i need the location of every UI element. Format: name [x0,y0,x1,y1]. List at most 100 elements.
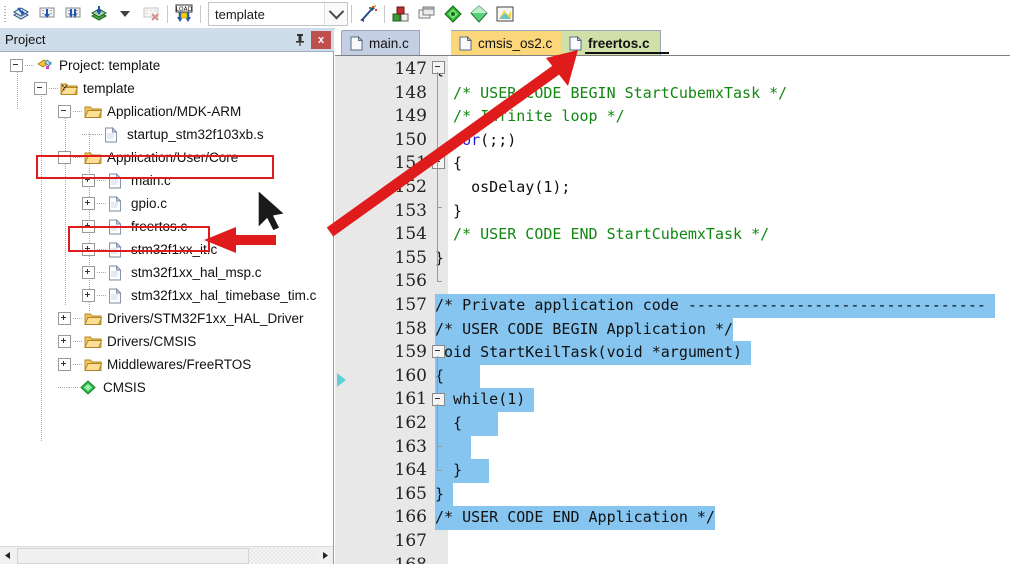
editor-pane: main.c cmsis_os2.c freertos.c 147 148 /*… [335,28,1010,564]
project-target-select[interactable]: template [208,2,348,26]
tree-item-freertos-c[interactable]: freertos.c [0,215,187,238]
manage-components-icon[interactable] [388,2,414,26]
tab-cmsis-os2-c[interactable]: cmsis_os2.c [451,30,564,55]
line-number: 161 [394,389,427,410]
project-tree[interactable]: Project: template template Application/MDK… [0,52,333,542]
fold-marker[interactable] [432,156,445,169]
build-icon[interactable] [34,2,60,26]
collapse-icon[interactable] [58,151,71,164]
fold-marker[interactable] [432,393,445,406]
tab-label: main.c [369,35,409,51]
tree-item-label: CMSIS [103,380,146,395]
tree-item-cmsis[interactable]: CMSIS [0,376,146,399]
expand-icon[interactable] [82,197,95,210]
code-text: { [435,412,462,436]
main-toolbar: LOAD template [0,0,1010,29]
configure-target-icon[interactable] [355,2,381,26]
close-icon[interactable]: x [311,30,331,49]
line-number: 157 [394,295,427,315]
code-text: for(;;) [435,129,516,153]
scroll-right-icon[interactable] [316,547,333,564]
code-line[interactable]: 165} [335,482,1010,507]
tree-item-main-c[interactable]: main.c [0,169,171,192]
tree-item-stm32f1xx-hal-timebase-tim-c[interactable]: stm32f1xx_hal_timebase_tim.c [0,284,316,307]
tree-item-project-template[interactable]: Project: template [0,54,160,77]
stop-build-icon[interactable] [138,2,164,26]
tree-item-gpio-c[interactable]: gpio.c [0,192,167,215]
rebuild-icon[interactable] [60,2,86,26]
tree-item-template[interactable]: template [0,77,135,100]
toolbar-separator-3 [351,5,352,23]
pack-installer-icon[interactable] [440,2,466,26]
toolbar-separator-1 [167,5,168,23]
windows-icon[interactable] [414,2,440,26]
project-hscrollbar[interactable] [0,546,333,564]
expand-icon[interactable] [82,289,95,302]
code-line[interactable]: 167 [335,530,1010,554]
code-line[interactable]: 168 [335,554,1010,564]
tree-item-application-user-core[interactable]: Application/User/Core [0,146,238,169]
tree-guide-dots [25,65,35,66]
collapse-icon[interactable] [10,59,23,72]
tree-item-drivers-stm32f1xx-hal-driver[interactable]: Drivers/STM32F1xx_HAL_Driver [0,307,304,330]
tab-label: freertos.c [588,35,650,51]
hscroll-track[interactable] [249,547,316,564]
pin-icon[interactable] [291,31,309,49]
tab-main-c[interactable]: main.c [341,30,420,55]
tree-item-application-mdk-arm[interactable]: Application/MDK-ARM [0,100,241,123]
tree-item-stm32f1xx-it-c[interactable]: stm32f1xx_it.c [0,238,217,261]
tree-item-label: template [83,81,135,96]
batch-build-icon[interactable] [8,2,34,26]
scroll-left-icon[interactable] [0,547,17,564]
line-number: 150 [394,129,427,150]
code-token: } [435,201,463,220]
code-token: /* USER CODE END StartCubemxTask */ [435,225,770,244]
expand-icon[interactable] [82,243,95,256]
line-number: 153 [394,200,427,221]
hscroll-thumb[interactable] [17,547,249,564]
fold-marker[interactable] [432,61,445,74]
expand-icon[interactable] [58,335,71,348]
expand-icon[interactable] [58,312,71,325]
tab-label: cmsis_os2.c [478,35,553,51]
folder-icon [84,334,103,350]
load-icon[interactable]: LOAD [171,2,197,26]
code-token: } [435,484,445,503]
expand-icon[interactable] [58,358,71,371]
line-number: 163 [394,436,427,457]
tree-item-startup-stm32f103xb-s[interactable]: startup_stm32f103xb.s [0,123,264,146]
fold-marker[interactable] [432,345,445,358]
cmsis-diamond-icon[interactable] [466,2,492,26]
tree-item-stm32f1xx-hal-msp-c[interactable]: stm32f1xx_hal_msp.c [0,261,262,284]
code-line[interactable]: 157 /* Private application code ---------… [335,294,1010,318]
expand-icon[interactable] [82,174,95,187]
events-viewer-icon[interactable] [492,2,518,26]
collapse-icon[interactable] [58,105,71,118]
tree-item-middlewares-freertos[interactable]: Middlewares/FreeRTOS [0,353,251,376]
line-number: 152 [394,177,427,197]
cmsis-diamond-icon [80,379,98,396]
collapse-icon[interactable] [34,82,47,95]
file-icon [569,35,583,51]
folder-icon [84,104,103,120]
chevron-down-icon[interactable] [324,3,347,25]
tree-item-drivers-cmsis[interactable]: Drivers/CMSIS [0,330,196,353]
tree-guide-dots [73,318,83,319]
code-area[interactable]: 147 {148 /* USER CODE BEGIN StartCubemxTa… [335,55,1010,564]
dropdown-caret-icon[interactable] [112,2,138,26]
translate-icon[interactable] [86,2,112,26]
expand-icon[interactable] [82,220,95,233]
code-line[interactable]: 158 /* USER CODE BEGIN Application */ [335,317,1010,342]
tree-guide-dots [58,387,69,388]
tree-item-label: main.c [131,173,171,188]
file-icon [108,195,126,212]
bookmark-icon[interactable] [337,373,346,387]
fold-guide [437,72,438,116]
code-line[interactable]: 166 /* USER CODE END Application */ [335,506,1010,530]
expand-icon[interactable] [82,266,95,279]
tree-item-label: stm32f1xx_hal_msp.c [131,265,262,280]
active-tab-underline [585,52,669,54]
